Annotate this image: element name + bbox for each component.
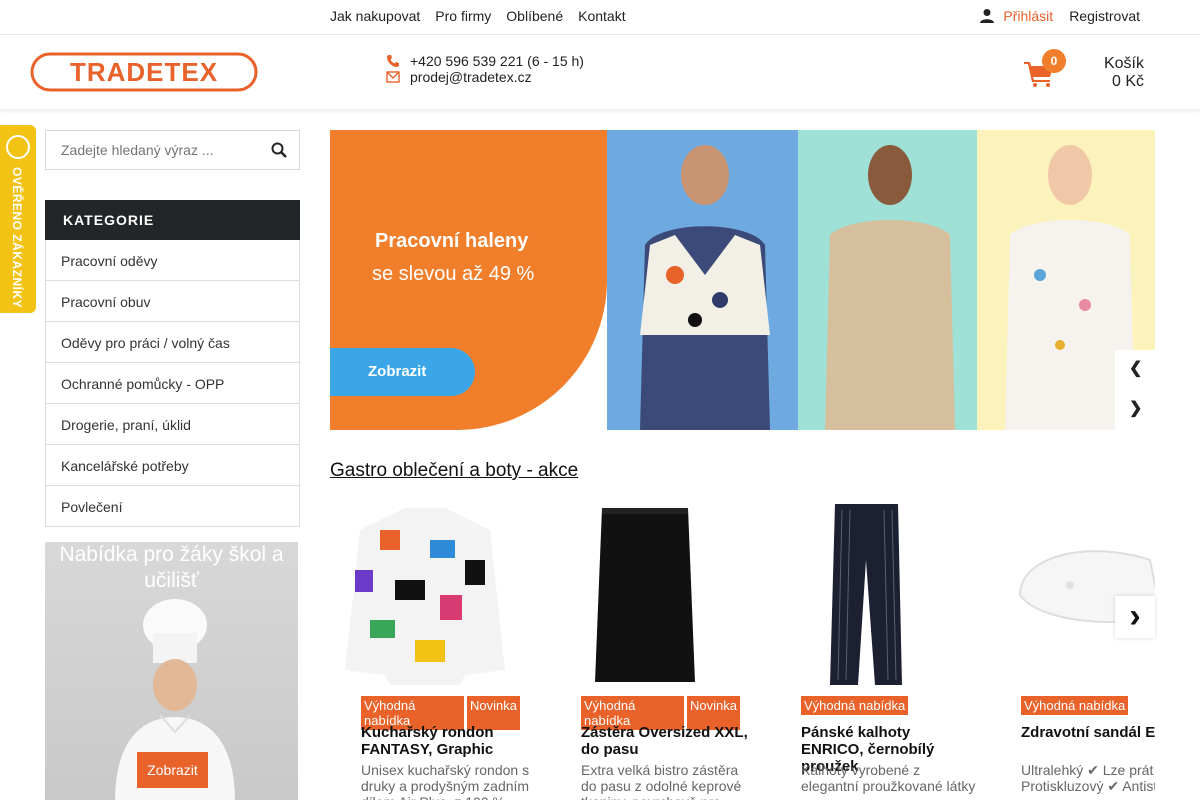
- product-card[interactable]: Výhodná nabídka Zdravotní sandál E Ultra…: [990, 500, 1155, 800]
- cart-button[interactable]: 0 Košík 0 Kč: [1024, 49, 1154, 99]
- nav-how-to-buy[interactable]: Jak nakupovat: [330, 8, 420, 24]
- section-title[interactable]: Gastro oblečení a boty - akce: [330, 460, 578, 482]
- nav-favorites[interactable]: Oblíbené: [506, 8, 563, 24]
- top-bar: Jak nakupovat Pro firmy Oblíbené Kontakt…: [0, 0, 1200, 35]
- top-nav: Jak nakupovat Pro firmy Oblíbené Kontakt: [330, 8, 626, 24]
- category-item-work-clothing[interactable]: Pracovní oděvy: [45, 240, 300, 281]
- product-image-trousers: [830, 504, 902, 685]
- product-name[interactable]: Zástěra Oversized XXL, do pasu: [581, 724, 756, 758]
- hero-banner[interactable]: Pracovní haleny se slevou až 49 % Zobraz…: [330, 130, 1155, 430]
- product-description: Extra velká bistro zástěra do pasu z odo…: [581, 762, 742, 800]
- product-card[interactable]: Výhodná nabídka Novinka Kuchařský rondon…: [330, 500, 529, 800]
- category-item-protective[interactable]: Ochranné pomůcky - OPP: [45, 363, 300, 404]
- chevron-left-icon[interactable]: ❮: [1129, 358, 1142, 378]
- model-1-image: [640, 145, 770, 430]
- search-icon[interactable]: [271, 142, 287, 158]
- badge-good-offer: Výhodná nabídka: [1021, 696, 1129, 715]
- login-link[interactable]: Přihlásit: [1003, 8, 1053, 24]
- product-description: Ultralehký ✔ Lze prát Protiskluzový ✔ An…: [1021, 762, 1155, 794]
- students-promo[interactable]: Nabídka pro žáky škol a učilišť Zobrazit: [45, 542, 298, 800]
- product-name[interactable]: Zdravotní sandál E: [1021, 724, 1155, 741]
- product-badges: Výhodná nabídka: [1021, 696, 1129, 715]
- product-description: Kalhoty vyrobené z elegantní proužkované…: [801, 762, 976, 794]
- site-header: TRADETEX +420 596 539 221 (6 - 15 h) pro…: [0, 35, 1200, 109]
- product-description: Unisex kuchařský rondon s druky a prodyš…: [361, 762, 530, 800]
- verified-by-customers-badge[interactable]: OVĚŘENO ZÁKAZNÍKY: [0, 125, 36, 313]
- product-image-sandal: [1018, 550, 1155, 623]
- category-item-office[interactable]: Kancelářské potřeby: [45, 445, 300, 486]
- user-icon: [980, 9, 995, 23]
- promo-show-button[interactable]: Zobrazit: [137, 752, 208, 788]
- phone-icon: [387, 55, 399, 67]
- banner-headline: Pracovní haleny: [375, 230, 529, 252]
- category-item-drugstore[interactable]: Drogerie, praní, úklid: [45, 404, 300, 445]
- badge-good-offer: Výhodná nabídka: [801, 696, 909, 715]
- carousel-next-button[interactable]: ›: [1115, 596, 1155, 638]
- category-heading: KATEGORIE: [45, 200, 300, 240]
- product-image-chef-jacket: [345, 508, 505, 685]
- chevron-right-icon[interactable]: ❯: [1129, 398, 1142, 418]
- phone-number[interactable]: +420 596 539 221 (6 - 15 h): [410, 53, 584, 69]
- product-card[interactable]: Výhodná nabídka Novinka Zástěra Oversize…: [550, 500, 748, 800]
- category-item-work-shoes[interactable]: Pracovní obuv: [45, 281, 300, 322]
- banner-arrows: ❮ ❯: [1115, 350, 1155, 430]
- promo-title: Nabídka pro žáky škol a učilišť: [59, 543, 284, 592]
- cart-label: Košík 0 Kč: [1104, 55, 1144, 91]
- product-badges: Výhodná nabídka: [801, 696, 909, 715]
- product-name[interactable]: Kuchařský rondon FANTASY, Graphic: [361, 724, 536, 758]
- search-box: [45, 130, 300, 170]
- banner-subline: se slevou až 49 %: [372, 263, 535, 285]
- product-carousel: Výhodná nabídka Novinka Kuchařský rondon…: [330, 500, 1155, 800]
- verify-text: OVĚŘENO ZÁKAZNÍKY: [10, 167, 24, 309]
- chevron-right-icon: ›: [1129, 597, 1141, 635]
- seal-icon: [6, 135, 30, 159]
- product-card[interactable]: Výhodná nabídka Pánské kalhoty ENRICO, č…: [770, 500, 975, 800]
- cart-count-badge: 0: [1042, 49, 1066, 73]
- nav-contact[interactable]: Kontakt: [578, 8, 625, 24]
- tradetex-logo[interactable]: TRADETEX: [30, 52, 258, 92]
- register-link[interactable]: Registrovat: [1069, 8, 1140, 24]
- model-2-image: [825, 145, 955, 430]
- search-input[interactable]: [46, 131, 261, 169]
- svg-text:TRADETEX: TRADETEX: [70, 57, 218, 87]
- category-menu: KATEGORIE Pracovní oděvy Pracovní obuv O…: [45, 200, 300, 527]
- product-image-apron: [595, 508, 695, 682]
- account-links: Přihlásit Registrovat: [979, 8, 1140, 24]
- cart-title: Košík: [1103, 55, 1144, 72]
- email-link[interactable]: prodej@tradetex.cz: [410, 69, 532, 85]
- cart-total: 0 Kč: [1111, 73, 1144, 90]
- envelope-icon: [386, 71, 400, 83]
- banner-show-button[interactable]: Zobrazit: [330, 348, 475, 396]
- category-item-bedding[interactable]: Povlečení: [45, 486, 300, 527]
- contact-info: +420 596 539 221 (6 - 15 h) prodej@trade…: [386, 53, 584, 85]
- nav-for-companies[interactable]: Pro firmy: [435, 8, 491, 24]
- category-item-work-leisure[interactable]: Oděvy pro práci / volný čas: [45, 322, 300, 363]
